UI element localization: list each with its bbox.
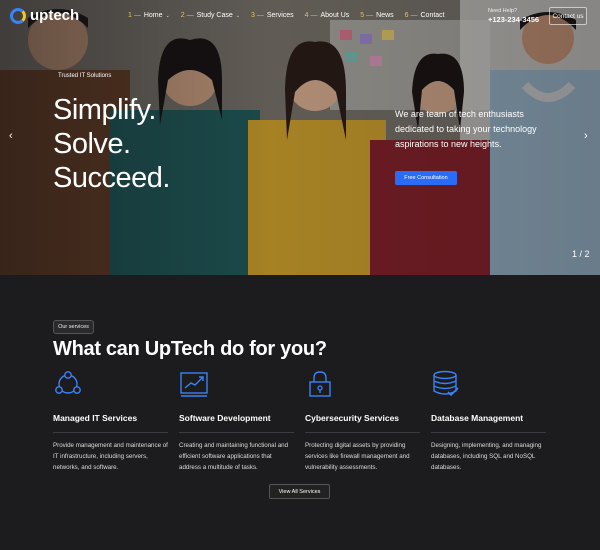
service-card-cybersecurity[interactable]: Cybersecurity Services Protecting digita… <box>305 370 420 473</box>
chevron-down-icon: ⌄ <box>165 12 170 19</box>
view-all-services-button[interactable]: View All Services <box>269 484 330 499</box>
nav-label: About Us <box>320 12 350 19</box>
nav-item-services[interactable]: 3 — Services <box>251 12 294 19</box>
hero-section: uptech 1 — Home ⌄ 2 — Study Case ⌄ 3 — S… <box>0 0 600 275</box>
chevron-left-icon[interactable]: ‹ <box>9 130 13 142</box>
nav-number: 1 — <box>128 12 141 19</box>
help-label: Need Help? <box>488 8 518 14</box>
nav-number: 6 — <box>404 12 418 19</box>
card-title: Managed IT Services <box>53 413 138 423</box>
nav-number: 5 — <box>360 12 374 19</box>
divider <box>431 432 546 433</box>
hero-headline: Simplify. Solve. Succeed. <box>53 93 170 195</box>
services-title: What can UpTech do for you? <box>53 338 327 360</box>
brand-name: uptech <box>30 7 80 24</box>
hero-description: We are team of tech enthusiasts dedicate… <box>395 109 537 149</box>
nav-item-about-us[interactable]: 4 — About Us <box>305 12 350 19</box>
card-title: Software Development <box>179 413 271 423</box>
nav-number: 3 — <box>250 12 264 19</box>
chevron-right-icon[interactable]: › <box>584 130 588 142</box>
nav-item-contact[interactable]: 6 — Contact <box>405 12 445 19</box>
nav-label: News <box>376 12 394 19</box>
headline-line: Solve. <box>53 128 131 160</box>
contact-us-button[interactable]: Contact us <box>549 7 587 25</box>
padlock-icon <box>309 371 331 397</box>
card-title: Database Management <box>431 413 524 423</box>
nav-item-home[interactable]: 1 — Home ⌄ <box>128 12 170 19</box>
services-tag: Our services <box>53 320 94 334</box>
main-nav: 1 — Home ⌄ 2 — Study Case ⌄ 3 — Services… <box>128 12 445 19</box>
slide-counter: 1 / 2 <box>572 249 590 259</box>
chart-growth-icon <box>180 372 208 397</box>
nav-label: Services <box>266 12 294 19</box>
chevron-down-icon: ⌄ <box>235 12 240 19</box>
card-title: Cybersecurity Services <box>305 413 400 423</box>
nav-label: Study Case <box>196 12 233 19</box>
card-description: Protecting digital assets by providing s… <box>305 442 410 471</box>
nav-number: 4 — <box>304 12 318 19</box>
divider <box>53 432 168 433</box>
divider <box>305 432 420 433</box>
divider <box>179 432 294 433</box>
free-consultation-button[interactable]: Free Consultation <box>395 171 457 185</box>
service-card-managed-it[interactable]: Managed IT Services Provide management a… <box>53 370 168 473</box>
headline-line: Succeed. <box>53 162 170 194</box>
service-card-database[interactable]: Database Management Designing, implement… <box>431 370 546 473</box>
headline-line: Simplify. <box>53 94 156 126</box>
card-description: Provide management and maintenance of IT… <box>53 442 168 471</box>
nav-number: 2 — <box>180 12 194 19</box>
nav-label: Contact <box>420 12 445 19</box>
brand-logo[interactable]: uptech <box>10 7 79 24</box>
service-card-software-dev[interactable]: Software Development Creating and mainta… <box>179 370 294 473</box>
card-description: Creating and maintaining functional and … <box>179 442 289 471</box>
card-description: Designing, implementing, and managing da… <box>431 442 542 471</box>
phone-number[interactable]: +123-234-3456 <box>488 15 539 24</box>
network-icon <box>55 371 81 394</box>
hero-tagline: Trusted IT Solutions <box>58 73 112 79</box>
database-check-icon <box>433 370 459 397</box>
nav-label: Home <box>143 12 163 19</box>
logo-icon <box>10 7 26 24</box>
nav-item-study-case[interactable]: 2 — Study Case ⌄ <box>181 12 240 19</box>
nav-item-news[interactable]: 5 — News <box>360 12 393 19</box>
